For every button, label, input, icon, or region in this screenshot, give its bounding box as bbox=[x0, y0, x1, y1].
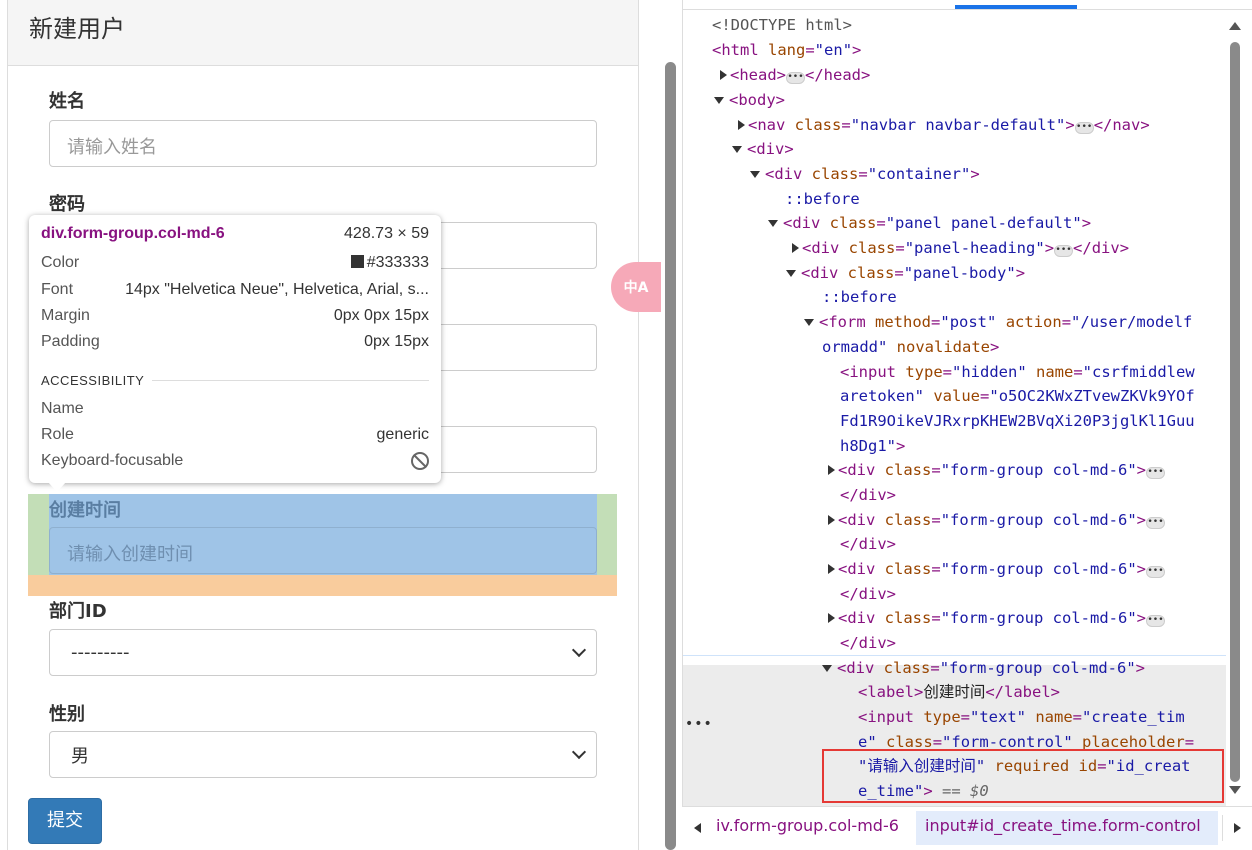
highlight-padding-right bbox=[597, 494, 617, 575]
dom-node-form-group[interactable]: <div class="form-group col-md-6">••• bbox=[828, 606, 1165, 630]
panel-heading: 新建用户 bbox=[8, 0, 638, 66]
tooltip-value: 0px 15px bbox=[364, 333, 429, 350]
department-select-value: --------- bbox=[71, 642, 130, 663]
highlight-margin bbox=[28, 575, 617, 596]
tooltip-value: 14px "Helvetica Neue", Helvetica, Arial,… bbox=[125, 281, 429, 298]
dom-node-form-cont[interactable]: ormadd" novalidate> bbox=[822, 335, 999, 359]
tooltip-key: Color bbox=[41, 254, 80, 271]
breadcrumb-scroll-right[interactable] bbox=[1222, 815, 1252, 841]
chevron-left-icon bbox=[693, 823, 701, 833]
annotation-red-box bbox=[822, 749, 1224, 803]
breadcrumb: iv.form-group.col-md-6 input#id_create_t… bbox=[682, 806, 1252, 850]
name-input[interactable]: 请输入姓名 bbox=[49, 120, 597, 167]
tooltip-arrow bbox=[48, 482, 66, 492]
dom-node-nav[interactable]: <nav class="navbar navbar-default">•••</… bbox=[738, 113, 1150, 137]
dom-tree: ••• <!DOCTYPE html> <html lang="en"> <he… bbox=[683, 11, 1226, 806]
tooltip-key: Margin bbox=[41, 307, 90, 324]
translate-button[interactable]: 中A bbox=[611, 262, 661, 312]
page-scrollbar[interactable] bbox=[665, 62, 676, 850]
chevron-right-icon bbox=[1234, 823, 1241, 833]
accessibility-heading: ACCESSIBILITY bbox=[41, 373, 145, 388]
dom-node-input-hidden-cont[interactable]: aretoken" value="o5OC2KWxZTvewZKVk9YOf bbox=[840, 384, 1195, 408]
page-viewport: 新建用户 姓名 请输入姓名 密码 创建时间 请输入创建时间 部门ID -----… bbox=[0, 0, 661, 850]
scroll-down-icon[interactable] bbox=[1229, 786, 1241, 794]
gender-label: 性别 bbox=[49, 704, 85, 725]
dom-pseudo-before[interactable]: ::before bbox=[785, 187, 860, 211]
dom-node-form-group[interactable]: <div class="form-group col-md-6">••• bbox=[828, 458, 1165, 482]
breadcrumb-item-form-group[interactable]: iv.form-group.col-md-6 bbox=[716, 816, 899, 835]
create-time-form-group: 创建时间 请输入创建时间 bbox=[49, 494, 597, 575]
dom-node-form-group[interactable]: <div class="form-group col-md-6">••• bbox=[828, 508, 1165, 532]
dom-close-div[interactable]: </div> bbox=[840, 582, 896, 606]
tooltip-value: 0px 0px 15px bbox=[333, 307, 429, 324]
devtools-tabbar bbox=[683, 0, 1252, 10]
dom-node-container[interactable]: <div class="container"> bbox=[750, 162, 980, 186]
not-allowed-icon bbox=[411, 452, 429, 470]
tooltip-section-header: ACCESSIBILITY bbox=[41, 373, 429, 388]
tooltip-key: Keyboard-focusable bbox=[41, 452, 184, 469]
dom-node-form-group-expanded[interactable]: <div class="form-group col-md-6"> bbox=[822, 656, 1145, 680]
tooltip-key: Font bbox=[41, 281, 74, 298]
tooltip-value: generic bbox=[376, 426, 429, 443]
page-title: 新建用户 bbox=[29, 15, 125, 43]
tooltip-dimensions: 428.73 × 59 bbox=[344, 225, 429, 242]
name-label: 姓名 bbox=[49, 91, 85, 112]
dom-node-html[interactable]: <html lang="en"> bbox=[712, 38, 861, 62]
chevron-down-icon bbox=[571, 744, 587, 760]
breadcrumb-item-input[interactable]: input#id_create_time.form-control bbox=[916, 811, 1218, 845]
dom-node-form-group[interactable]: <div class="form-group col-md-6">••• bbox=[828, 557, 1165, 581]
dom-node-panel[interactable]: <div class="panel panel-default"> bbox=[768, 211, 1091, 235]
dom-node-input-selected[interactable]: <input type="text" name="create_tim bbox=[858, 705, 1185, 729]
scroll-up-icon[interactable] bbox=[1229, 22, 1241, 30]
tooltip-key: Padding bbox=[41, 333, 100, 350]
department-select[interactable]: --------- bbox=[49, 629, 597, 676]
tooltip-key: Role bbox=[41, 426, 74, 443]
create-time-input[interactable]: 请输入创建时间 bbox=[49, 527, 597, 574]
devtools-scrollbar[interactable] bbox=[1230, 42, 1240, 782]
dom-close-div[interactable]: </div> bbox=[840, 631, 896, 655]
dom-node-head[interactable]: <head>•••</head> bbox=[720, 63, 870, 87]
dom-doctype[interactable]: <!DOCTYPE html> bbox=[712, 13, 852, 37]
highlight-padding-left bbox=[28, 494, 49, 575]
tooltip-selector: div.form-group.col-md-6 bbox=[41, 225, 225, 242]
breadcrumb-scroll-left[interactable] bbox=[682, 815, 712, 841]
devtools-elements-panel: ••• <!DOCTYPE html> <html lang="en"> <he… bbox=[682, 0, 1252, 850]
chevron-down-icon bbox=[571, 642, 587, 658]
dom-node-body[interactable]: <body> bbox=[714, 88, 785, 112]
tooltip-key: Name bbox=[41, 400, 84, 417]
dom-close-div[interactable]: </div> bbox=[840, 532, 896, 556]
dom-node-panel-heading[interactable]: <div class="panel-heading">•••</div> bbox=[792, 236, 1129, 260]
dom-close-div[interactable]: </div> bbox=[840, 483, 896, 507]
dom-node-panel-body[interactable]: <div class="panel-body"> bbox=[786, 261, 1025, 285]
dom-node-input-hidden-cont[interactable]: Fd1R9OikeVJRxrpKHEW2BVqXi20P3jglKl1Guu bbox=[840, 409, 1195, 433]
tooltip-value: #333333 bbox=[366, 254, 429, 271]
submit-button[interactable]: 提交 bbox=[28, 798, 102, 844]
create-time-label: 创建时间 bbox=[49, 500, 121, 521]
inspect-tooltip: div.form-group.col-md-6 428.73 × 59 Colo… bbox=[29, 215, 441, 492]
password-label: 密码 bbox=[49, 194, 85, 215]
department-label: 部门ID bbox=[49, 601, 107, 622]
dom-node-label[interactable]: <label>创建时间</label> bbox=[858, 680, 1060, 704]
dom-node-input-hidden[interactable]: <input type="hidden" name="csrfmiddlew bbox=[840, 360, 1195, 384]
dom-node-input-hidden-cont[interactable]: h8Dg1"> bbox=[840, 434, 905, 458]
active-tab-indicator bbox=[955, 5, 1077, 9]
color-swatch bbox=[350, 255, 364, 268]
gender-select[interactable]: 男 bbox=[49, 731, 597, 778]
more-options-icon[interactable]: ••• bbox=[685, 716, 713, 732]
dom-node-form[interactable]: <form method="post" action="/user/modelf bbox=[804, 310, 1192, 334]
dom-node-div[interactable]: <div> bbox=[732, 137, 794, 161]
gender-select-value: 男 bbox=[71, 745, 89, 767]
dom-pseudo-before[interactable]: ::before bbox=[822, 285, 897, 309]
